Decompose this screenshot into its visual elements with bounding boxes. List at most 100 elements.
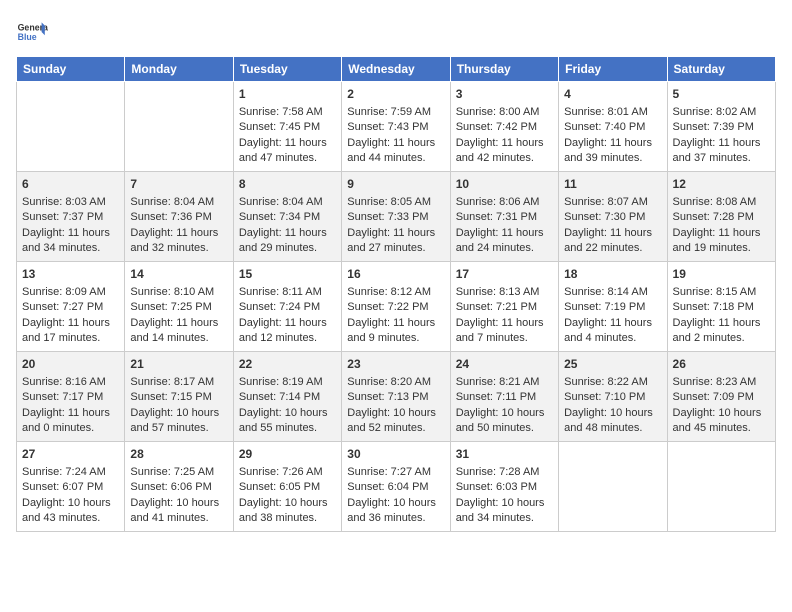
day-content: Sunrise: 8:12 AM xyxy=(347,285,444,300)
day-content: Sunrise: 7:58 AM xyxy=(239,105,336,120)
day-content: Sunset: 6:03 PM xyxy=(456,480,553,495)
day-content: Daylight: 11 hours and 39 minutes. xyxy=(564,136,661,167)
day-content: Sunrise: 8:07 AM xyxy=(564,195,661,210)
calendar-cell xyxy=(667,442,775,532)
day-number: 23 xyxy=(347,356,444,373)
calendar-cell: 29 Sunrise: 7:26 AMSunset: 6:05 PMDayligh… xyxy=(233,442,341,532)
day-content: Daylight: 11 hours and 47 minutes. xyxy=(239,136,336,167)
day-content: Sunset: 6:04 PM xyxy=(347,480,444,495)
day-content: Sunrise: 8:14 AM xyxy=(564,285,661,300)
day-content: Sunrise: 8:00 AM xyxy=(456,105,553,120)
day-number: 13 xyxy=(22,266,119,283)
day-number: 27 xyxy=(22,446,119,463)
day-content: Sunrise: 8:03 AM xyxy=(22,195,119,210)
calendar-cell: 2Sunrise: 7:59 AMSunset: 7:43 PMDaylight… xyxy=(342,82,450,172)
day-number: 11 xyxy=(564,176,661,193)
day-number: 28 xyxy=(130,446,227,463)
day-content: Sunset: 7:15 PM xyxy=(130,390,227,405)
day-content: Sunset: 7:10 PM xyxy=(564,390,661,405)
day-content: Sunset: 7:11 PM xyxy=(456,390,553,405)
day-content: Daylight: 11 hours and 32 minutes. xyxy=(130,226,227,257)
day-content: Daylight: 10 hours and 43 minutes. xyxy=(22,496,119,527)
day-content: Daylight: 11 hours and 22 minutes. xyxy=(564,226,661,257)
day-content: Sunset: 7:24 PM xyxy=(239,300,336,315)
calendar-cell: 23Sunrise: 8:20 AMSunset: 7:13 PMDayligh… xyxy=(342,352,450,442)
day-content: Daylight: 10 hours and 52 minutes. xyxy=(347,406,444,437)
day-content: Sunset: 7:37 PM xyxy=(22,210,119,225)
day-number: 10 xyxy=(456,176,553,193)
calendar-cell: 5Sunrise: 8:02 AMSunset: 7:39 PMDaylight… xyxy=(667,82,775,172)
day-number: 29 xyxy=(239,446,336,463)
day-content: Sunset: 6:07 PM xyxy=(22,480,119,495)
calendar-cell: 14Sunrise: 8:10 AMSunset: 7:25 PMDayligh… xyxy=(125,262,233,352)
day-number: 4 xyxy=(564,86,661,103)
day-content: Sunrise: 8:06 AM xyxy=(456,195,553,210)
day-content: Sunrise: 8:01 AM xyxy=(564,105,661,120)
day-content: Sunrise: 8:15 AM xyxy=(673,285,770,300)
day-number: 8 xyxy=(239,176,336,193)
calendar-cell: 9Sunrise: 8:05 AMSunset: 7:33 PMDaylight… xyxy=(342,172,450,262)
day-content: Sunset: 6:06 PM xyxy=(130,480,227,495)
calendar-cell: 7Sunrise: 8:04 AMSunset: 7:36 PMDaylight… xyxy=(125,172,233,262)
calendar-cell: 27Sunrise: 7:24 AMSunset: 6:07 PMDayligh… xyxy=(17,442,125,532)
day-number: 9 xyxy=(347,176,444,193)
weekday-header: Thursday xyxy=(450,57,558,82)
day-content: Sunrise: 8:08 AM xyxy=(673,195,770,210)
day-content: Sunset: 6:05 PM xyxy=(239,480,336,495)
day-content: Sunrise: 8:22 AM xyxy=(564,375,661,390)
day-content: Sunset: 7:09 PM xyxy=(673,390,770,405)
day-number: 16 xyxy=(347,266,444,283)
day-content: Sunset: 7:18 PM xyxy=(673,300,770,315)
day-content: Sunrise: 8:10 AM xyxy=(130,285,227,300)
day-content: Daylight: 10 hours and 55 minutes. xyxy=(239,406,336,437)
day-content: Daylight: 11 hours and 2 minutes. xyxy=(673,316,770,347)
day-content: Sunrise: 8:16 AM xyxy=(22,375,119,390)
day-number: 3 xyxy=(456,86,553,103)
day-content: Daylight: 11 hours and 42 minutes. xyxy=(456,136,553,167)
day-number: 31 xyxy=(456,446,553,463)
day-number: 26 xyxy=(673,356,770,373)
day-number: 30 xyxy=(347,446,444,463)
day-number: 7 xyxy=(130,176,227,193)
day-content: Sunrise: 8:11 AM xyxy=(239,285,336,300)
day-content: Sunset: 7:34 PM xyxy=(239,210,336,225)
day-content: Daylight: 11 hours and 0 minutes. xyxy=(22,406,119,437)
day-content: Daylight: 11 hours and 12 minutes. xyxy=(239,316,336,347)
calendar-cell: 18Sunrise: 8:14 AMSunset: 7:19 PMDayligh… xyxy=(559,262,667,352)
calendar-cell: 13Sunrise: 8:09 AMSunset: 7:27 PMDayligh… xyxy=(17,262,125,352)
calendar-cell: 10Sunrise: 8:06 AMSunset: 7:31 PMDayligh… xyxy=(450,172,558,262)
day-content: Sunrise: 8:17 AM xyxy=(130,375,227,390)
day-number: 22 xyxy=(239,356,336,373)
day-content: Sunrise: 8:05 AM xyxy=(347,195,444,210)
day-content: Sunset: 7:17 PM xyxy=(22,390,119,405)
calendar-cell xyxy=(125,82,233,172)
day-content: Sunrise: 7:59 AM xyxy=(347,105,444,120)
day-number: 21 xyxy=(130,356,227,373)
day-content: Sunset: 7:31 PM xyxy=(456,210,553,225)
day-content: Sunset: 7:40 PM xyxy=(564,120,661,135)
calendar-cell: 26Sunrise: 8:23 AMSunset: 7:09 PMDayligh… xyxy=(667,352,775,442)
calendar-cell: 11Sunrise: 8:07 AMSunset: 7:30 PMDayligh… xyxy=(559,172,667,262)
day-number: 5 xyxy=(673,86,770,103)
weekday-header: Sunday xyxy=(17,57,125,82)
calendar-week-row: 13Sunrise: 8:09 AMSunset: 7:27 PMDayligh… xyxy=(17,262,776,352)
page-header: General Blue xyxy=(16,16,776,48)
day-content: Daylight: 11 hours and 4 minutes. xyxy=(564,316,661,347)
day-content: Sunrise: 8:21 AM xyxy=(456,375,553,390)
day-content: Sunset: 7:19 PM xyxy=(564,300,661,315)
calendar-cell: 20Sunrise: 8:16 AMSunset: 7:17 PMDayligh… xyxy=(17,352,125,442)
day-content: Sunrise: 8:19 AM xyxy=(239,375,336,390)
day-content: Sunset: 7:14 PM xyxy=(239,390,336,405)
calendar-cell xyxy=(17,82,125,172)
calendar-week-row: 6Sunrise: 8:03 AMSunset: 7:37 PMDaylight… xyxy=(17,172,776,262)
day-content: Daylight: 11 hours and 17 minutes. xyxy=(22,316,119,347)
calendar-cell: 19Sunrise: 8:15 AMSunset: 7:18 PMDayligh… xyxy=(667,262,775,352)
day-content: Daylight: 10 hours and 38 minutes. xyxy=(239,496,336,527)
calendar-week-row: 20Sunrise: 8:16 AMSunset: 7:17 PMDayligh… xyxy=(17,352,776,442)
day-content: Sunrise: 7:26 AM xyxy=(239,465,336,480)
calendar-cell: 22 Sunrise: 8:19 AMSunset: 7:14 PMDayligh… xyxy=(233,352,341,442)
day-content: Daylight: 10 hours and 36 minutes. xyxy=(347,496,444,527)
calendar-cell: 31Sunrise: 7:28 AMSunset: 6:03 PMDayligh… xyxy=(450,442,558,532)
day-content: Daylight: 10 hours and 34 minutes. xyxy=(456,496,553,527)
calendar-table: SundayMondayTuesdayWednesdayThursdayFrid… xyxy=(16,56,776,532)
